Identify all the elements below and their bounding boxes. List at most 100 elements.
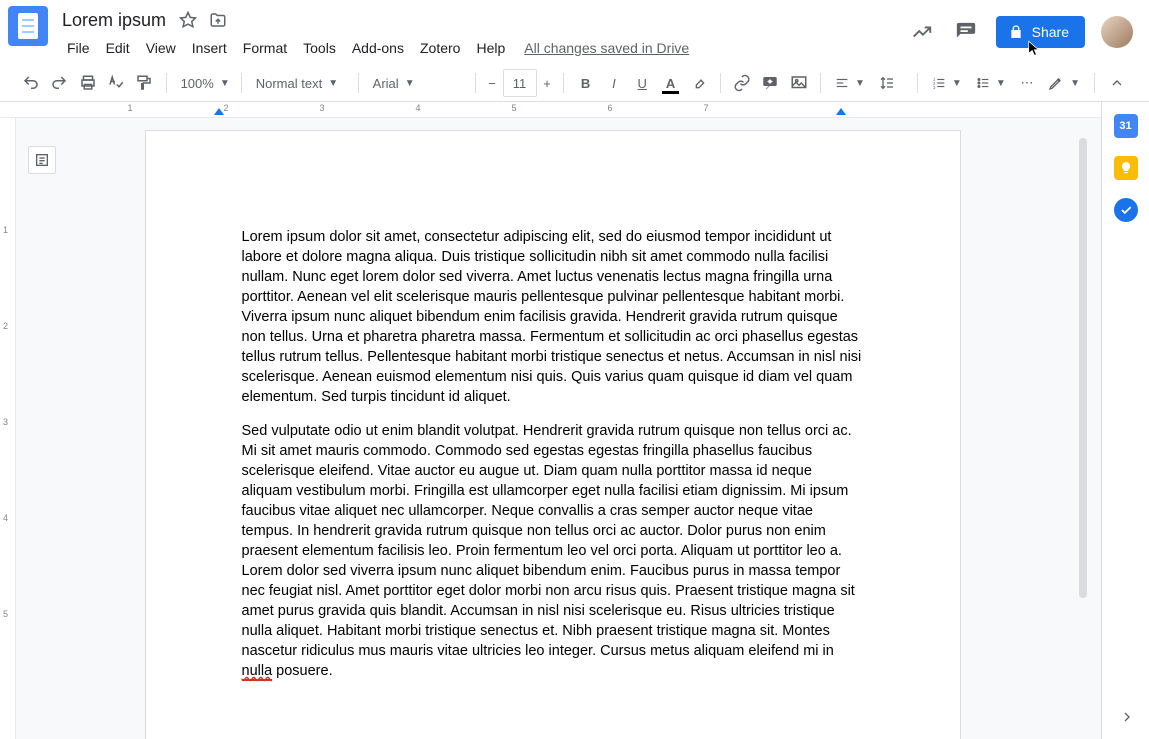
more-button[interactable]: ⋯ [1014, 69, 1040, 97]
font-size-value: 11 [513, 76, 527, 91]
menu-addons[interactable]: Add-ons [345, 36, 411, 60]
menu-tools[interactable]: Tools [296, 36, 343, 60]
save-status[interactable]: All changes saved in Drive [524, 40, 689, 56]
insert-comment-button[interactable] [757, 69, 783, 97]
move-to-folder-icon[interactable] [208, 10, 228, 30]
horizontal-ruler[interactable]: 1 2 3 4 5 6 7 [0, 102, 1101, 118]
ruler-label: 4 [415, 103, 420, 113]
insert-image-button[interactable] [786, 69, 812, 97]
workspace: 1 2 3 4 5 6 7 1 2 3 4 5 Lorem ipsum dolo… [0, 102, 1149, 739]
ruler-label: 7 [703, 103, 708, 113]
spellcheck-button[interactable] [103, 69, 129, 97]
redo-button[interactable] [46, 69, 72, 97]
star-icon[interactable] [178, 10, 198, 30]
zoom-select[interactable]: 100% ▼ [175, 69, 233, 97]
font-family-select[interactable]: Arial ▼ [367, 69, 467, 97]
bold-button[interactable]: B [572, 69, 598, 97]
chevron-down-icon: ▼ [952, 78, 962, 89]
separator [1094, 73, 1095, 93]
menu-insert[interactable]: Insert [185, 36, 234, 60]
calendar-app-icon[interactable]: 31 [1114, 114, 1138, 138]
separator [563, 73, 564, 93]
scrollbar-thumb[interactable] [1079, 138, 1087, 598]
svg-text:3: 3 [933, 85, 936, 90]
paragraph-text: posuere. [272, 663, 332, 679]
separator [241, 73, 242, 93]
chevron-down-icon: ▼ [220, 78, 230, 89]
ruler-label: 6 [607, 103, 612, 113]
paragraph-style-select[interactable]: Normal text ▼ [250, 69, 350, 97]
style-value: Normal text [256, 76, 322, 91]
paint-format-button[interactable] [131, 69, 157, 97]
highlight-color-button[interactable] [686, 69, 712, 97]
menu-format[interactable]: Format [236, 36, 294, 60]
ruler-label: 1 [127, 103, 132, 113]
font-size-decrease[interactable]: − [484, 69, 501, 97]
side-panel-expand-icon[interactable] [1115, 705, 1139, 729]
menu-edit[interactable]: Edit [99, 36, 137, 60]
separator [166, 73, 167, 93]
ruler-label: 2 [223, 103, 228, 113]
document-page[interactable]: Lorem ipsum dolor sit amet, consectetur … [145, 130, 961, 739]
editing-mode-button[interactable]: ▼ [1042, 69, 1086, 97]
menu-zotero[interactable]: Zotero [413, 36, 467, 60]
separator [720, 73, 721, 93]
page-scroll[interactable]: Lorem ipsum dolor sit amet, consectetur … [16, 118, 1089, 739]
align-button[interactable]: ▼ [829, 69, 871, 97]
comments-icon[interactable] [952, 18, 980, 46]
ruler-label: 3 [319, 103, 324, 113]
share-button[interactable]: Share [996, 16, 1085, 48]
ruler-label: 1 [3, 225, 8, 235]
docs-app-icon[interactable] [8, 6, 48, 46]
menu-help[interactable]: Help [469, 36, 512, 60]
align-left-icon [835, 75, 849, 91]
insert-link-button[interactable] [729, 69, 755, 97]
pencil-icon [1048, 75, 1064, 91]
share-label: Share [1032, 24, 1069, 40]
separator [475, 73, 476, 93]
zoom-value: 100% [181, 76, 214, 91]
menu-file[interactable]: File [60, 36, 97, 60]
account-avatar[interactable] [1101, 16, 1133, 48]
menu-view[interactable]: View [139, 36, 183, 60]
ruler-label: 3 [3, 417, 8, 427]
paragraph[interactable]: Lorem ipsum dolor sit amet, consectetur … [242, 227, 864, 407]
line-spacing-icon [879, 75, 895, 91]
separator [820, 73, 821, 93]
collapse-toolbar-button[interactable] [1103, 69, 1131, 97]
chevron-down-icon: ▼ [1070, 78, 1080, 89]
text-color-button[interactable]: A [657, 69, 683, 97]
paragraph-text: Sed vulputate odio ut enim blandit volut… [242, 423, 855, 659]
italic-button[interactable]: I [601, 69, 627, 97]
indent-marker-right[interactable] [836, 108, 846, 115]
chevron-down-icon: ▼ [855, 78, 865, 89]
font-size-increase[interactable]: + [539, 69, 556, 97]
paragraph[interactable]: Sed vulputate odio ut enim blandit volut… [242, 421, 864, 681]
canvas: 1 2 3 4 5 6 7 1 2 3 4 5 Lorem ipsum dolo… [0, 102, 1101, 739]
numbered-list-icon: 123 [932, 75, 946, 91]
chevron-down-icon: ▼ [405, 78, 415, 89]
bulleted-list-icon [976, 75, 990, 91]
vertical-ruler[interactable]: 1 2 3 4 5 [0, 118, 16, 739]
undo-button[interactable] [18, 69, 44, 97]
font-size-input[interactable]: 11 [503, 69, 537, 97]
header-bar: Lorem ipsum File Edit View Insert Format… [0, 0, 1149, 64]
bulleted-list-button[interactable]: ▼ [970, 69, 1012, 97]
line-spacing-button[interactable] [873, 69, 909, 97]
tasks-app-icon[interactable] [1114, 198, 1138, 222]
document-title[interactable]: Lorem ipsum [60, 10, 168, 31]
ruler-label: 4 [3, 513, 8, 523]
numbered-list-button[interactable]: 123 ▼ [926, 69, 968, 97]
underline-button[interactable]: U [629, 69, 655, 97]
print-button[interactable] [75, 69, 101, 97]
calendar-day: 31 [1119, 120, 1131, 132]
keep-app-icon[interactable] [1114, 156, 1138, 180]
activity-icon[interactable] [908, 18, 936, 46]
ruler-label: 2 [3, 321, 8, 331]
chevron-down-icon: ▼ [996, 78, 1006, 89]
separator [917, 73, 918, 93]
lock-icon [1008, 24, 1024, 40]
ruler-label: 5 [3, 609, 8, 619]
indent-marker-left[interactable] [214, 108, 224, 115]
spellcheck-word[interactable]: nulla [242, 663, 273, 681]
